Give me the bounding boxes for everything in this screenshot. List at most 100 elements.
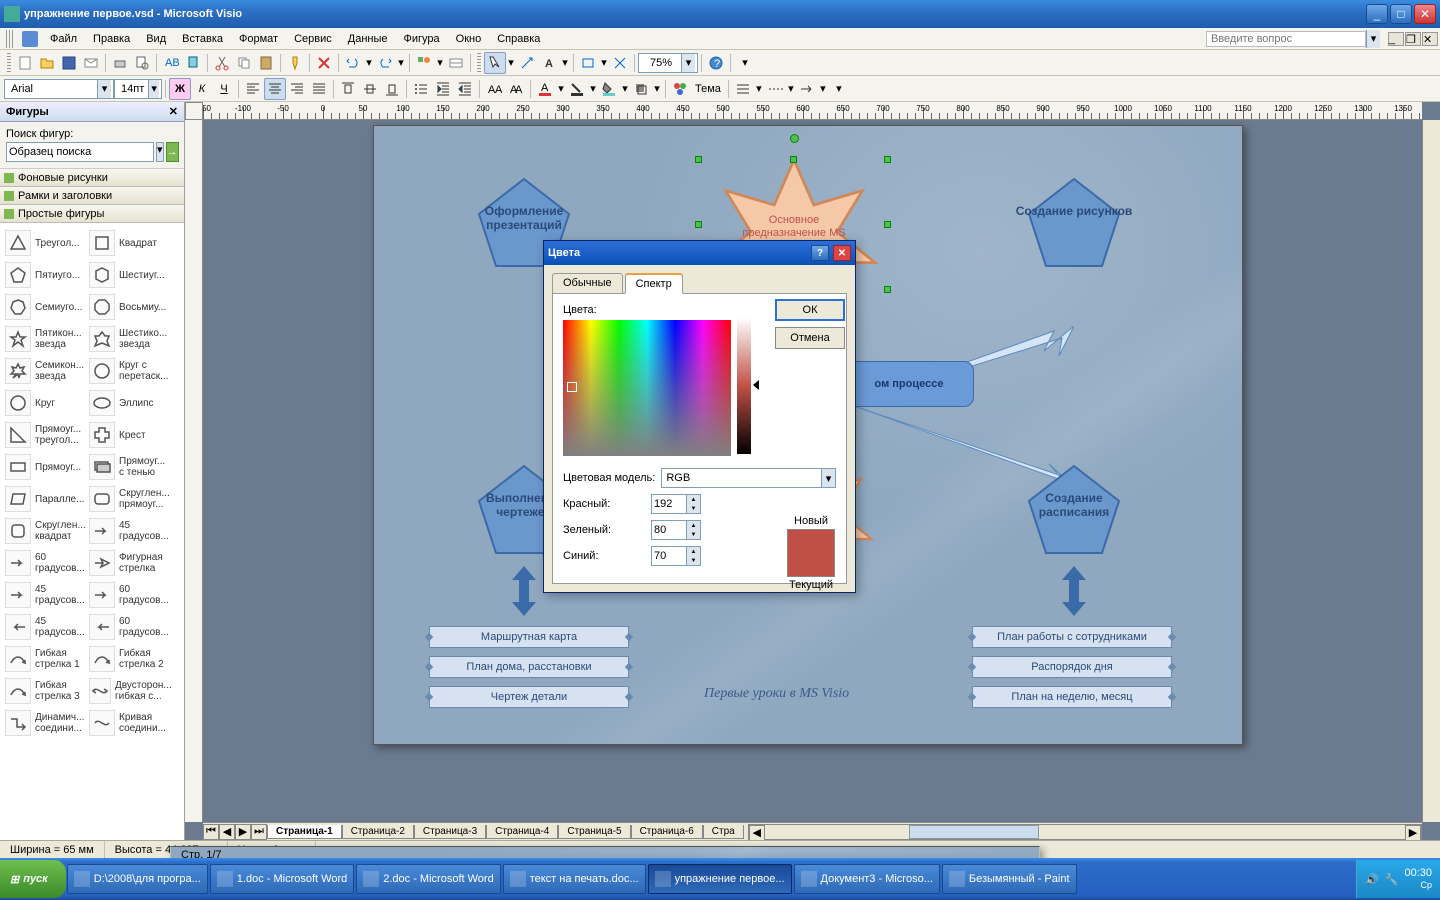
tray-icon[interactable]: 🔧 [1385,873,1399,886]
tag-shape[interactable]: План на неделю, месяц [972,686,1172,708]
align-middle-button[interactable] [359,78,381,100]
help-search-input[interactable] [1206,31,1366,47]
tag-shape[interactable]: Чертеж детали [429,686,629,708]
shape-stencil-item[interactable]: Прямоуг... с тенью [88,451,172,483]
tray-icon[interactable]: 🔊 [1365,873,1379,886]
blue-spinner[interactable]: ▲▼ [651,546,701,566]
shape-stencil-item[interactable]: Шестиуг... [88,259,172,291]
shape-stencil-item[interactable]: 45 градусов... [4,611,88,643]
decrease-indent-button[interactable] [432,78,454,100]
shape-stencil-item[interactable]: 45 градусов... [88,515,172,547]
selection-handle[interactable] [884,221,891,228]
page-tab-4[interactable]: Страница-4 [486,825,558,839]
line-ends-button[interactable] [796,78,818,100]
horizontal-ruler[interactable]: -150-100-5005010015020025030035040045050… [203,102,1422,120]
spin-down[interactable]: ▼ [687,530,700,539]
tag-shape[interactable]: План работы с сотрудниками [972,626,1172,648]
format-painter-button[interactable] [284,52,306,74]
mdi-minimize[interactable]: _ [1388,32,1404,46]
shape-stencil-item[interactable]: Эллипс [88,387,172,419]
prev-page-button[interactable]: ◀ [219,824,235,840]
shape-stencil-item[interactable]: Скруглен... прямоуг... [88,483,172,515]
undo-button[interactable] [342,52,364,74]
search-go-button[interactable]: → [166,142,179,162]
new-button[interactable] [14,52,36,74]
menu-insert[interactable]: Вставка [174,31,231,47]
tab-spectrum[interactable]: Спектр [625,273,683,294]
shape-stencil-item[interactable]: Гибкая стрелка 2 [88,643,172,675]
scroll-right-button[interactable]: ▶ [1405,825,1421,841]
line-weight-button[interactable] [732,78,754,100]
shape-stencil-item[interactable]: Динамич... соедини... [4,707,88,739]
menu-edit[interactable]: Правка [85,31,138,47]
double-arrow[interactable] [1062,566,1086,616]
start-button[interactable]: ⊞ пуск [0,860,66,898]
dialog-titlebar[interactable]: Цвета ? ✕ [544,241,855,265]
selection-handle[interactable] [884,286,891,293]
blue-input[interactable] [652,547,686,565]
print-preview-button[interactable] [131,52,153,74]
save-button[interactable] [58,52,80,74]
shape-stencil-item[interactable]: Семиуго... [4,291,88,323]
spin-up[interactable]: ▲ [687,547,700,556]
page-tab-2[interactable]: Страница-2 [342,825,414,839]
increase-indent-button[interactable] [454,78,476,100]
green-spinner[interactable]: ▲▼ [651,520,701,540]
shape-stencil-item[interactable]: Фигурная стрелка [88,547,172,579]
color-model-combo[interactable]: RGB ▾ [661,468,836,488]
spelling-button[interactable]: ABC [160,52,182,74]
help-button[interactable]: ? [705,52,727,74]
line-ends-dropdown[interactable]: ▾ [818,78,828,100]
theme-button[interactable] [669,78,691,100]
shape-stencil-item[interactable]: Крест [88,419,172,451]
help-search-dropdown[interactable]: ▾ [1366,30,1380,48]
menu-file[interactable]: Файл [42,31,85,47]
research-button[interactable] [182,52,204,74]
menu-data[interactable]: Данные [340,31,396,47]
page-tab-6[interactable]: Страница-6 [631,825,703,839]
align-left-button[interactable] [242,78,264,100]
pointer-dropdown[interactable]: ▾ [506,52,516,74]
shadow-dropdown[interactable]: ▾ [652,78,662,100]
shape-stencil-item[interactable]: Прямоуг... треугол... [4,419,88,451]
red-spinner[interactable]: ▲▼ [651,494,701,514]
line-color-button[interactable] [566,78,588,100]
text-tool[interactable]: A [538,52,560,74]
toolbar-handle-2[interactable] [477,53,481,73]
menu-view[interactable]: Вид [138,31,174,47]
next-page-button[interactable]: ▶ [235,824,251,840]
taskbar-item-active[interactable]: упражнение первое... [648,864,792,894]
taskbar-item[interactable]: 2.doc - Microsoft Word [356,864,500,894]
stencil-backgrounds[interactable]: Фоновые рисунки [0,169,184,187]
mdi-restore[interactable]: ❐ [1405,32,1421,46]
dialog-help-button[interactable]: ? [811,245,829,261]
selection-handle[interactable] [884,156,891,163]
mdi-close[interactable]: ✕ [1422,32,1438,46]
visio-icon[interactable] [22,31,38,47]
shape-stencil-item[interactable]: 60 градусов... [88,611,172,643]
ruler-corner[interactable] [185,102,203,120]
rotation-handle[interactable] [790,134,799,143]
scroll-left-button[interactable]: ◀ [749,825,765,841]
search-dropdown[interactable]: ▾ [156,142,164,162]
maximize-button[interactable]: □ [1390,4,1412,24]
last-page-button[interactable]: ⏭ [251,824,267,840]
link-data-button[interactable] [445,52,467,74]
shape-stencil-item[interactable]: Шестико... звезда [88,323,172,355]
text-dropdown[interactable]: ▾ [560,52,570,74]
menu-help[interactable]: Справка [489,31,548,47]
font-combo[interactable]: Arial ▾ [4,79,114,99]
shape-stencil-item[interactable]: Пятиуго... [4,259,88,291]
redo-button[interactable] [374,52,396,74]
center-process-box[interactable]: ом процессе [844,361,974,407]
taskbar-item[interactable]: Безымянный - Paint [942,864,1077,894]
delete-button[interactable] [313,52,335,74]
shape-stencil-item[interactable]: Пятикон... звезда [4,323,88,355]
shape-stencil-item[interactable]: Семикон... звезда [4,355,88,387]
cut-button[interactable] [211,52,233,74]
pointer-tool[interactable] [484,52,506,74]
shape-stencil-item[interactable]: Двусторон... гибкая с... [88,675,172,707]
shape-stencil-item[interactable]: Круг [4,387,88,419]
ok-button[interactable]: ОК [775,299,845,321]
shape-stencil-item[interactable]: 60 градусов... [4,547,88,579]
